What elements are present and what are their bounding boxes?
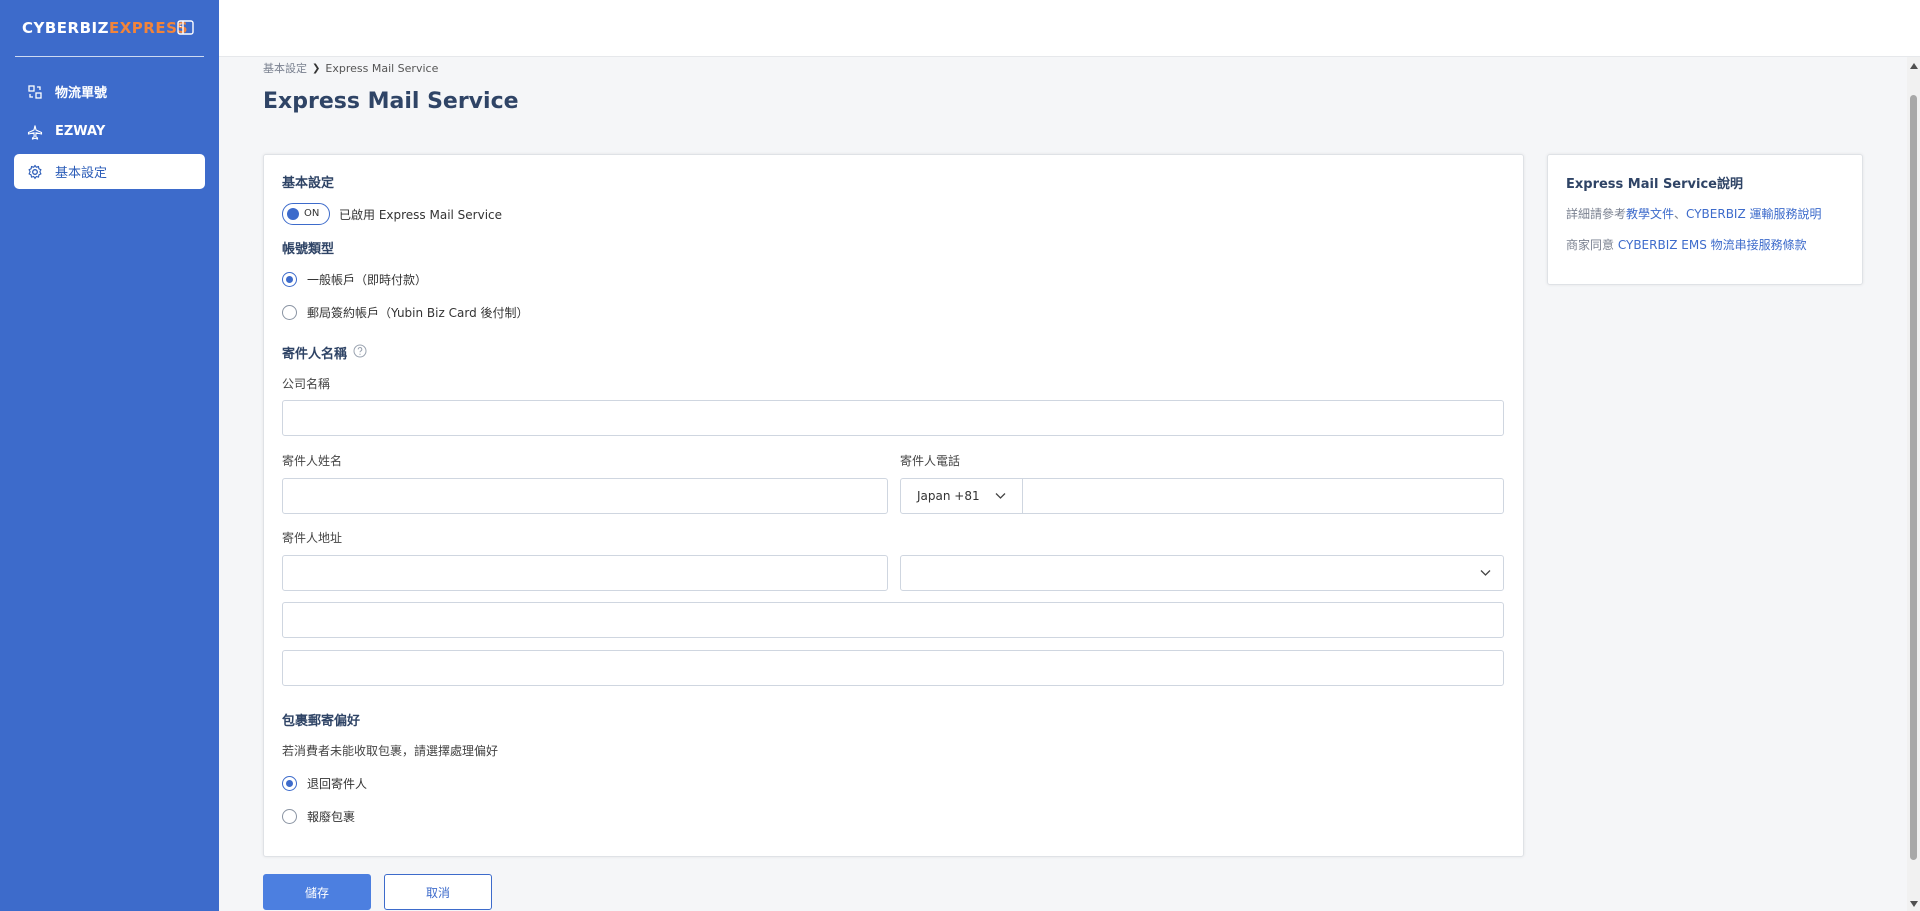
toggle-knob	[287, 208, 299, 220]
main-content: 基本設定 ❯ Express Mail Service Express Mail…	[219, 57, 1920, 911]
sender-phone-field: Japan +81	[900, 478, 1504, 514]
chevron-down-icon	[995, 493, 1006, 499]
info-line-docs: 詳細請參考教學文件、CYBERBIZ 運輸服務說明	[1566, 205, 1822, 222]
info-title: Express Mail Service說明	[1566, 177, 1743, 192]
info-prefix: 詳細請參考	[1566, 207, 1627, 221]
country-code-select[interactable]: Japan +81	[901, 479, 1023, 513]
page-scrollbar[interactable]	[1907, 57, 1920, 911]
shipping-service-link[interactable]: CYBERBIZ 運輸服務說明	[1686, 207, 1821, 221]
sidebar: CYBERBIZEXPRESS 物流單號 EZWAY 基本設定	[0, 0, 219, 911]
basic-settings-title: 基本設定	[282, 176, 335, 191]
company-name-label: 公司名稱	[282, 377, 331, 391]
parcel-preference-title: 包裹郵寄偏好	[282, 714, 361, 729]
logo-text-primary: CYBERBIZ	[22, 19, 109, 37]
radio-parcel-return[interactable]: 退回寄件人	[282, 775, 367, 792]
phone-number-input[interactable]	[1023, 479, 1503, 513]
gear-icon	[27, 164, 43, 180]
sender-name-input[interactable]	[282, 478, 888, 514]
toggle-description: 已啟用 Express Mail Service	[339, 208, 503, 222]
company-name-input[interactable]	[282, 400, 1504, 436]
sender-name-title: 寄件人名稱	[282, 347, 348, 362]
country-code-value: Japan +81	[917, 489, 980, 503]
address-line1-input[interactable]	[282, 555, 888, 591]
help-icon[interactable]	[353, 344, 367, 358]
logo-row: CYBERBIZEXPRESS	[15, 0, 204, 57]
cancel-button[interactable]: 取消	[384, 874, 492, 910]
breadcrumb: 基本設定 ❯ Express Mail Service	[263, 60, 438, 76]
address-line3-input[interactable]	[282, 650, 1504, 686]
sidebar-item-label: EZWAY	[55, 124, 106, 139]
radio-label: 一般帳戶（即時付款）	[307, 273, 428, 287]
top-bar	[219, 0, 1920, 57]
logo[interactable]: CYBERBIZEXPRESS	[22, 19, 188, 37]
sidebar-toggle-icon[interactable]	[177, 20, 194, 35]
page-title: Express Mail Service	[263, 89, 519, 114]
settings-form-card: 基本設定 ON 已啟用 Express Mail Service 帳號類型 一般…	[263, 154, 1524, 857]
address-line2-input[interactable]	[282, 602, 1504, 638]
radio-indicator	[282, 305, 297, 320]
ems-terms-link[interactable]: CYBERBIZ EMS 物流串接服務條款	[1618, 238, 1807, 252]
radio-account-general[interactable]: 一般帳戶（即時付款）	[282, 271, 427, 288]
airplane-icon	[27, 124, 43, 140]
breadcrumb-current: Express Mail Service	[325, 61, 439, 75]
sender-name-label: 寄件人姓名	[282, 454, 343, 468]
toggle-label: ON	[304, 208, 320, 219]
ems-enable-toggle[interactable]: ON	[282, 203, 330, 225]
breadcrumb-parent[interactable]: 基本設定	[263, 60, 307, 76]
sidebar-item-label: 物流單號	[55, 86, 108, 101]
radio-indicator	[282, 809, 297, 824]
sidebar-item-label: 基本設定	[55, 166, 108, 181]
radio-indicator	[282, 776, 297, 791]
radio-label: 退回寄件人	[307, 777, 368, 791]
info-prefix: 商家同意	[1566, 238, 1618, 252]
sender-phone-label: 寄件人電話	[900, 454, 961, 468]
sidebar-item-tracking[interactable]: 物流單號	[14, 74, 205, 109]
radio-account-contract[interactable]: 郵局簽約帳戶（Yubin Biz Card 後付制）	[282, 304, 529, 321]
info-line-terms: 商家同意 CYBERBIZ EMS 物流串接服務條款	[1566, 236, 1807, 253]
save-button[interactable]: 儲存	[263, 874, 371, 910]
package-swap-icon	[27, 84, 43, 100]
chevron-right-icon: ❯	[312, 62, 321, 74]
sidebar-nav: 物流單號 EZWAY 基本設定	[0, 57, 219, 189]
info-card: Express Mail Service說明 詳細請參考教學文件、CYBERBI…	[1547, 154, 1863, 285]
sender-address-label: 寄件人地址	[282, 531, 343, 545]
radio-label: 報廢包裹	[307, 810, 356, 824]
sidebar-item-settings[interactable]: 基本設定	[14, 154, 205, 189]
address-region-select[interactable]	[900, 555, 1504, 591]
scroll-down-icon[interactable]	[1910, 901, 1918, 907]
scroll-thumb[interactable]	[1910, 95, 1917, 860]
sidebar-item-ezway[interactable]: EZWAY	[14, 114, 205, 149]
radio-label: 郵局簽約帳戶（Yubin Biz Card 後付制）	[307, 306, 529, 320]
radio-parcel-discard[interactable]: 報廢包裹	[282, 808, 355, 825]
chevron-down-icon	[1480, 570, 1491, 576]
parcel-preference-description: 若消費者未能收取包裹，請選擇處理偏好	[282, 744, 499, 758]
tutorial-docs-link[interactable]: 教學文件	[1626, 207, 1674, 221]
radio-indicator	[282, 272, 297, 287]
info-separator: 、	[1674, 207, 1687, 221]
scroll-up-icon[interactable]	[1910, 63, 1918, 69]
account-type-title: 帳號類型	[282, 242, 335, 257]
